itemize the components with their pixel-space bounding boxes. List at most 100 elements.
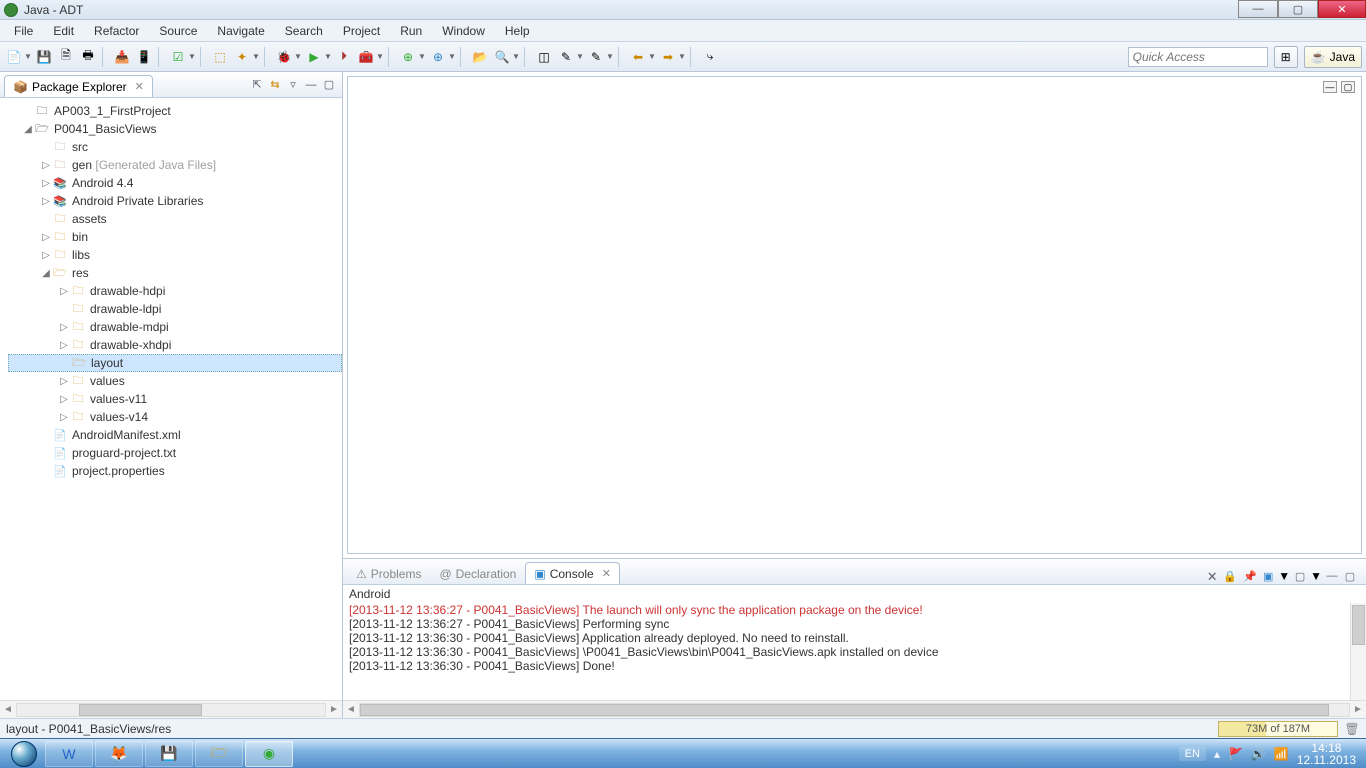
print-button[interactable]: 🖶: [78, 47, 98, 67]
language-indicator[interactable]: EN: [1179, 747, 1206, 761]
menu-source[interactable]: Source: [151, 22, 205, 40]
dropdown-icon[interactable]: ▼: [448, 52, 456, 61]
menu-project[interactable]: Project: [335, 22, 388, 40]
tab-console[interactable]: ▣Console✕: [525, 562, 620, 584]
checkbox-button[interactable]: ☑: [168, 47, 188, 67]
view-maximize-button[interactable]: ▢: [1342, 568, 1358, 584]
menu-edit[interactable]: Edit: [45, 22, 82, 40]
tree-proguard[interactable]: 📄proguard-project.txt: [8, 444, 342, 462]
editor-minimize-button[interactable]: —: [1323, 81, 1337, 93]
dropdown-icon[interactable]: ▼: [606, 52, 614, 61]
console-display-button[interactable]: ▣: [1260, 568, 1276, 584]
tree-manifest[interactable]: 📄AndroidManifest.xml: [8, 426, 342, 444]
dropdown-icon[interactable]: ▼: [294, 52, 302, 61]
dropdown-icon[interactable]: ▼: [648, 52, 656, 61]
view-menu-button[interactable]: ▿: [285, 77, 301, 93]
new-class-button[interactable]: ⊕: [428, 47, 448, 67]
maximize-view-button[interactable]: ▢: [321, 77, 337, 93]
toggle-button[interactable]: ◫: [534, 47, 554, 67]
close-icon[interactable]: ✕: [135, 80, 144, 93]
package-explorer-tab[interactable]: 📦 Package Explorer ✕: [4, 75, 153, 97]
tray-network-icon[interactable]: 📶: [1274, 747, 1289, 761]
mark-button[interactable]: ✎: [586, 47, 606, 67]
menu-navigate[interactable]: Navigate: [209, 22, 272, 40]
tree-drawable-ldpi[interactable]: 🗀drawable-ldpi: [8, 300, 342, 318]
tree-drawable-mdpi[interactable]: ▷🗀drawable-mdpi: [8, 318, 342, 336]
taskbar-app-eclipse[interactable]: ◉: [245, 741, 293, 767]
tree-gen[interactable]: ▷🗀gen [Generated Java Files]: [8, 156, 342, 174]
console-clear-button[interactable]: 🗙: [1204, 568, 1220, 584]
scrollbar-thumb[interactable]: [360, 704, 1329, 716]
tree-properties[interactable]: 📄project.properties: [8, 462, 342, 480]
lint-button[interactable]: ⬚: [210, 47, 230, 67]
project-tree[interactable]: 🗀AP003_1_FirstProject ◢🗁P0041_BasicViews…: [0, 98, 342, 700]
nav-forward-button[interactable]: ➡: [658, 47, 678, 67]
project-ap003[interactable]: 🗀AP003_1_FirstProject: [8, 102, 342, 120]
dropdown-icon[interactable]: ▼: [576, 52, 584, 61]
dropdown-icon[interactable]: ▼: [418, 52, 426, 61]
minimize-view-button[interactable]: —: [303, 77, 319, 93]
start-button[interactable]: [4, 740, 44, 768]
tree-layout[interactable]: 🗁layout: [8, 354, 342, 372]
avd-manager-button[interactable]: 📱: [134, 47, 154, 67]
nav-back-button[interactable]: ⬅: [628, 47, 648, 67]
dropdown-icon[interactable]: ▼: [1310, 569, 1322, 583]
collapse-all-button[interactable]: ⇱: [249, 77, 265, 93]
console-output[interactable]: [2013-11-12 13:36:27 - P0041_BasicViews]…: [343, 603, 1366, 700]
menu-help[interactable]: Help: [497, 22, 538, 40]
tree-drawable-hdpi[interactable]: ▷🗀drawable-hdpi: [8, 282, 342, 300]
open-perspective-button[interactable]: ⊞: [1274, 46, 1298, 68]
pin-button[interactable]: ⤷: [700, 47, 720, 67]
tree-bin[interactable]: ▷🗀bin: [8, 228, 342, 246]
tab-problems[interactable]: ⚠Problems: [347, 562, 430, 584]
dropdown-icon[interactable]: ▼: [24, 52, 32, 61]
new-package-button[interactable]: ⊕: [398, 47, 418, 67]
tray-volume-icon[interactable]: 🔊: [1251, 747, 1266, 761]
dropdown-icon[interactable]: ▼: [324, 52, 332, 61]
dropdown-icon[interactable]: ▼: [376, 52, 384, 61]
editor-maximize-button[interactable]: ▢: [1341, 81, 1355, 93]
perspective-java[interactable]: ☕ Java: [1304, 46, 1362, 68]
run-button[interactable]: ▶: [304, 47, 324, 67]
menu-search[interactable]: Search: [277, 22, 331, 40]
menu-window[interactable]: Window: [434, 22, 493, 40]
tree-res[interactable]: ◢🗁res: [8, 264, 342, 282]
tree-android[interactable]: ▷📚Android 4.4: [8, 174, 342, 192]
view-minimize-button[interactable]: —: [1324, 568, 1340, 584]
menu-refactor[interactable]: Refactor: [86, 22, 147, 40]
search-button[interactable]: 🔍: [492, 47, 512, 67]
tree-assets[interactable]: 🗀assets: [8, 210, 342, 228]
tree-values-v11[interactable]: ▷🗀values-v11: [8, 390, 342, 408]
scroll-right-icon[interactable]: ►: [1350, 704, 1366, 715]
minimize-button[interactable]: —: [1238, 0, 1278, 18]
scrollbar-thumb[interactable]: [79, 704, 202, 716]
taskbar-app-firefox[interactable]: 🦊: [95, 741, 143, 767]
scroll-left-icon[interactable]: ◄: [0, 704, 16, 715]
taskbar-clock[interactable]: 14:18 12.11.2013: [1297, 742, 1356, 766]
link-editor-button[interactable]: ⇆: [267, 77, 283, 93]
scrollbar-thumb[interactable]: [1352, 605, 1365, 645]
scroll-right-icon[interactable]: ►: [326, 704, 342, 715]
taskbar-app-explorer[interactable]: 🗁: [195, 741, 243, 767]
taskbar-app-word[interactable]: W: [45, 741, 93, 767]
tree-src[interactable]: 🗀src: [8, 138, 342, 156]
close-button[interactable]: ✕: [1318, 0, 1366, 18]
gc-button[interactable]: 🗑: [1344, 721, 1360, 737]
new-button[interactable]: 📄: [4, 47, 24, 67]
maximize-button[interactable]: ▢: [1278, 0, 1318, 18]
tray-flag-icon[interactable]: 🚩: [1228, 747, 1243, 761]
dropdown-icon[interactable]: ▼: [512, 52, 520, 61]
menu-run[interactable]: Run: [392, 22, 430, 40]
tray-show-hidden-icon[interactable]: ▴: [1214, 747, 1220, 761]
console-lock-button[interactable]: 🔒: [1222, 568, 1238, 584]
dropdown-icon[interactable]: ▼: [188, 52, 196, 61]
scroll-left-icon[interactable]: ◄: [343, 704, 359, 715]
tab-declaration[interactable]: @Declaration: [430, 562, 525, 584]
console-vscrollbar[interactable]: [1350, 603, 1366, 700]
debug-button[interactable]: 🐞: [274, 47, 294, 67]
tree-drawable-xhdpi[interactable]: ▷🗀drawable-xhdpi: [8, 336, 342, 354]
tree-values[interactable]: ▷🗀values: [8, 372, 342, 390]
project-p0041[interactable]: ◢🗁P0041_BasicViews: [8, 120, 342, 138]
menu-file[interactable]: File: [6, 22, 41, 40]
sdk-manager-button[interactable]: 📥: [112, 47, 132, 67]
